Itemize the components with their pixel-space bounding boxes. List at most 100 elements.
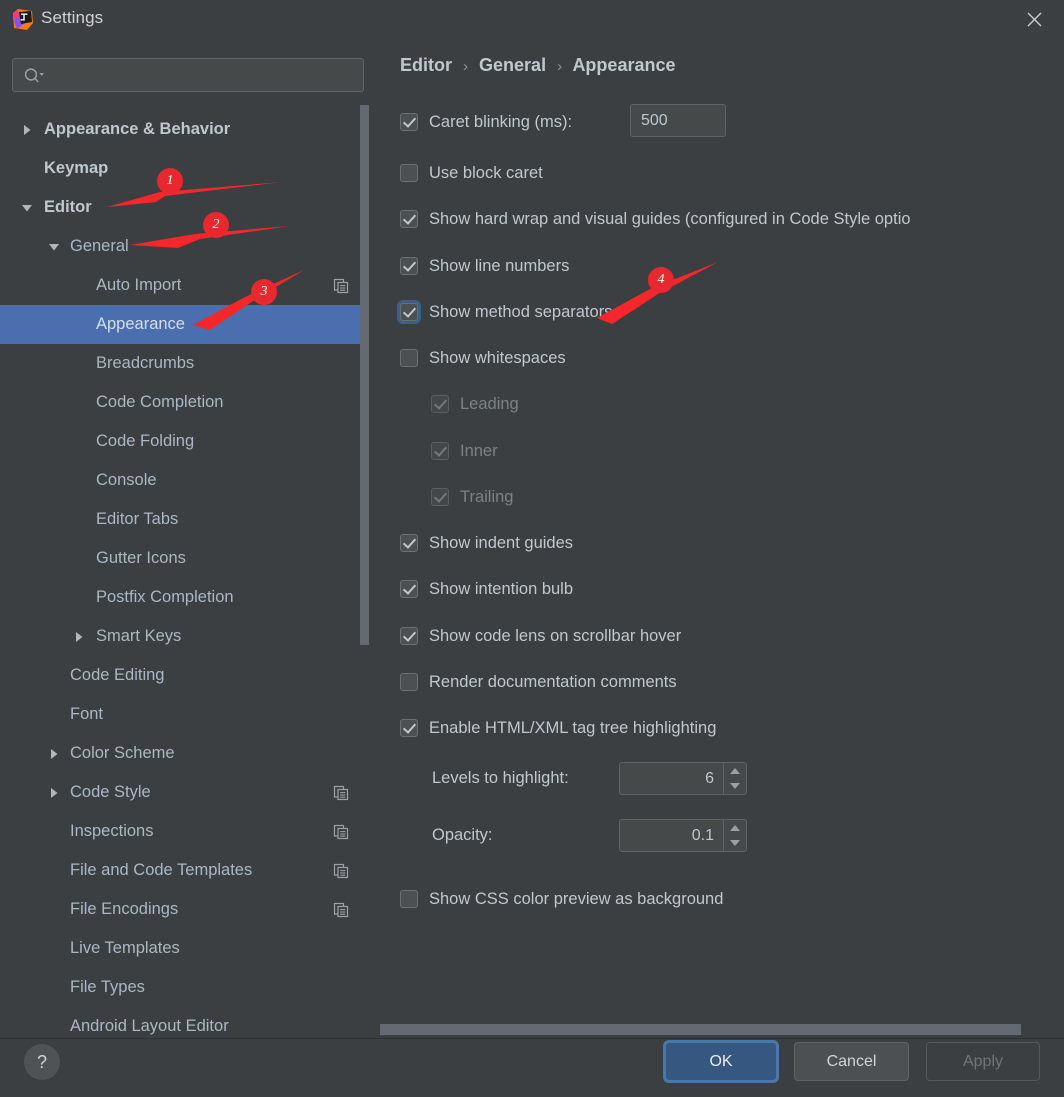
caret-blinking-input[interactable]: 500 [630, 104, 726, 137]
apply-button[interactable]: Apply [926, 1042, 1040, 1081]
settings-dialog: Settings Appearance & Behavior Keymap Ed… [0, 0, 1064, 1097]
levels-spinner-up-button[interactable] [724, 763, 746, 779]
checkbox-whitespace-trailing[interactable] [431, 488, 449, 506]
sidebar-item-android-layout-editor[interactable]: Android Layout Editor [0, 1007, 369, 1038]
sidebar-item-label: File Types [70, 978, 145, 996]
sidebar-item-file-and-code-templates[interactable]: File and Code Templates [0, 851, 369, 890]
sidebar-item-label: Editor Tabs [96, 510, 179, 528]
chevron-right-icon[interactable] [20, 123, 34, 137]
sidebar-item-editor[interactable]: Editor [0, 188, 369, 227]
option-row-enable-tag-tree: Enable HTML/XML tag tree highlighting [400, 716, 716, 740]
search-box [12, 58, 364, 92]
sidebar-item-label: Font [70, 705, 104, 723]
copy-settings-icon[interactable] [333, 278, 349, 294]
label-show-css-color-preview: Show CSS color preview as background [429, 889, 724, 908]
sidebar-item-label: Postfix Completion [96, 588, 234, 606]
checkbox-whitespace-inner[interactable] [431, 442, 449, 460]
option-row-use-block-caret: Use block caret [400, 161, 543, 185]
checkbox-whitespace-leading[interactable] [431, 395, 449, 413]
sidebar-item-editor-tabs[interactable]: Editor Tabs [0, 500, 369, 539]
label-show-whitespaces: Show whitespaces [429, 348, 566, 367]
copy-settings-icon[interactable] [333, 863, 349, 879]
copy-settings-icon[interactable] [333, 785, 349, 801]
sidebar-scrollbar[interactable] [360, 105, 369, 1038]
checkbox-caret-blinking[interactable] [400, 113, 418, 131]
sidebar-item-font[interactable]: Font [0, 695, 369, 734]
checkbox-show-hard-wrap[interactable] [400, 210, 418, 228]
sidebar-item-color-scheme[interactable]: Color Scheme [0, 734, 369, 773]
sidebar-item-label: File and Code Templates [70, 861, 253, 879]
levels-spinner-down-button[interactable] [724, 779, 746, 795]
sidebar-item-postfix-completion[interactable]: Postfix Completion [0, 578, 369, 617]
help-button[interactable]: ? [24, 1044, 60, 1080]
search-input[interactable] [51, 59, 356, 91]
settings-tree: Appearance & Behavior Keymap Editor General… [0, 110, 369, 1038]
checkbox-use-block-caret[interactable] [400, 164, 418, 182]
checkbox-show-code-lens[interactable] [400, 627, 418, 645]
chevron-right-icon[interactable] [72, 630, 86, 644]
sidebar-item-label: General [70, 237, 129, 255]
sidebar-item-appearance[interactable]: Appearance [0, 305, 369, 344]
sidebar-item-gutter-icons[interactable]: Gutter Icons [0, 539, 369, 578]
sidebar-item-label: Editor [44, 198, 92, 216]
title-bar: Settings [0, 0, 1064, 38]
opacity-spinner-down-button[interactable] [724, 836, 746, 852]
sidebar-item-auto-import[interactable]: Auto Import [0, 266, 369, 305]
sidebar-item-general[interactable]: General [0, 227, 369, 266]
opacity-spinner-up-button[interactable] [724, 820, 746, 836]
cancel-button[interactable]: Cancel [794, 1042, 909, 1081]
dialog-footer: ? OK Cancel Apply [0, 1038, 1064, 1097]
checkbox-show-method-separators[interactable] [397, 300, 421, 324]
label-show-method-separators: Show method separators [429, 302, 613, 321]
chevron-right-icon[interactable] [47, 786, 61, 800]
copy-settings-icon[interactable] [333, 824, 349, 840]
ok-button[interactable]: OK [665, 1042, 777, 1081]
sidebar-scrollbar-thumb[interactable] [360, 105, 369, 645]
option-row-show-code-lens: Show code lens on scrollbar hover [400, 624, 681, 648]
option-row-show-hard-wrap: Show hard wrap and visual guides (config… [400, 207, 911, 231]
checkbox-enable-tag-tree[interactable] [400, 719, 418, 737]
sidebar-item-code-style[interactable]: Code Style [0, 773, 369, 812]
levels-to-highlight-spinner[interactable]: 6 [619, 762, 747, 795]
sidebar-item-inspections[interactable]: Inspections [0, 812, 369, 851]
detail-horizontal-scrollbar-thumb[interactable] [380, 1024, 1021, 1035]
sidebar-item-label: Auto Import [96, 276, 182, 294]
sidebar-item-code-folding[interactable]: Code Folding [0, 422, 369, 461]
copy-settings-icon[interactable] [333, 902, 349, 918]
label-show-hard-wrap: Show hard wrap and visual guides (config… [429, 209, 911, 228]
sidebar-item-code-completion[interactable]: Code Completion [0, 383, 369, 422]
opacity-spinner[interactable]: 0.1 [619, 819, 747, 852]
sidebar-item-label: File Encodings [70, 900, 179, 918]
search-field[interactable] [12, 58, 364, 92]
label-caret-blinking: Caret blinking (ms): [429, 112, 573, 131]
chevron-down-icon[interactable] [47, 240, 61, 254]
sidebar-item-file-encodings[interactable]: File Encodings [0, 890, 369, 929]
chevron-right-icon[interactable] [47, 747, 61, 761]
checkbox-show-intention-bulb[interactable] [400, 580, 418, 598]
sidebar-item-live-templates[interactable]: Live Templates [0, 929, 369, 968]
checkbox-render-doc-comments[interactable] [400, 673, 418, 691]
breadcrumb-part-editor[interactable]: Editor [400, 55, 452, 75]
sidebar-item-console[interactable]: Console [0, 461, 369, 500]
sidebar-item-breadcrumbs[interactable]: Breadcrumbs [0, 344, 369, 383]
sidebar-item-code-editing[interactable]: Code Editing [0, 656, 369, 695]
sidebar-item-appearance-behavior[interactable]: Appearance & Behavior [0, 110, 369, 149]
option-row-show-whitespaces: Show whitespaces [400, 346, 566, 370]
checkbox-show-whitespaces[interactable] [400, 349, 418, 367]
sidebar-item-keymap[interactable]: Keymap [0, 149, 369, 188]
arrow-down-icon [730, 783, 740, 790]
chevron-down-icon[interactable] [20, 201, 34, 215]
opacity-value[interactable]: 0.1 [620, 820, 723, 851]
sidebar-item-file-types[interactable]: File Types [0, 968, 369, 1007]
levels-to-highlight-value[interactable]: 6 [620, 763, 723, 794]
close-icon[interactable] [1012, 5, 1056, 33]
checkbox-show-line-numbers[interactable] [400, 257, 418, 275]
breadcrumb-part-general[interactable]: General [479, 55, 546, 75]
checkbox-show-css-color-preview[interactable] [400, 890, 418, 908]
levels-spinner-buttons [723, 763, 746, 794]
checkbox-show-indent-guides[interactable] [400, 534, 418, 552]
detail-horizontal-scrollbar[interactable] [380, 1024, 1064, 1035]
sidebar-item-smart-keys[interactable]: Smart Keys [0, 617, 369, 656]
sidebar-item-label: Keymap [44, 159, 109, 177]
sidebar-item-label: Android Layout Editor [70, 1017, 229, 1035]
